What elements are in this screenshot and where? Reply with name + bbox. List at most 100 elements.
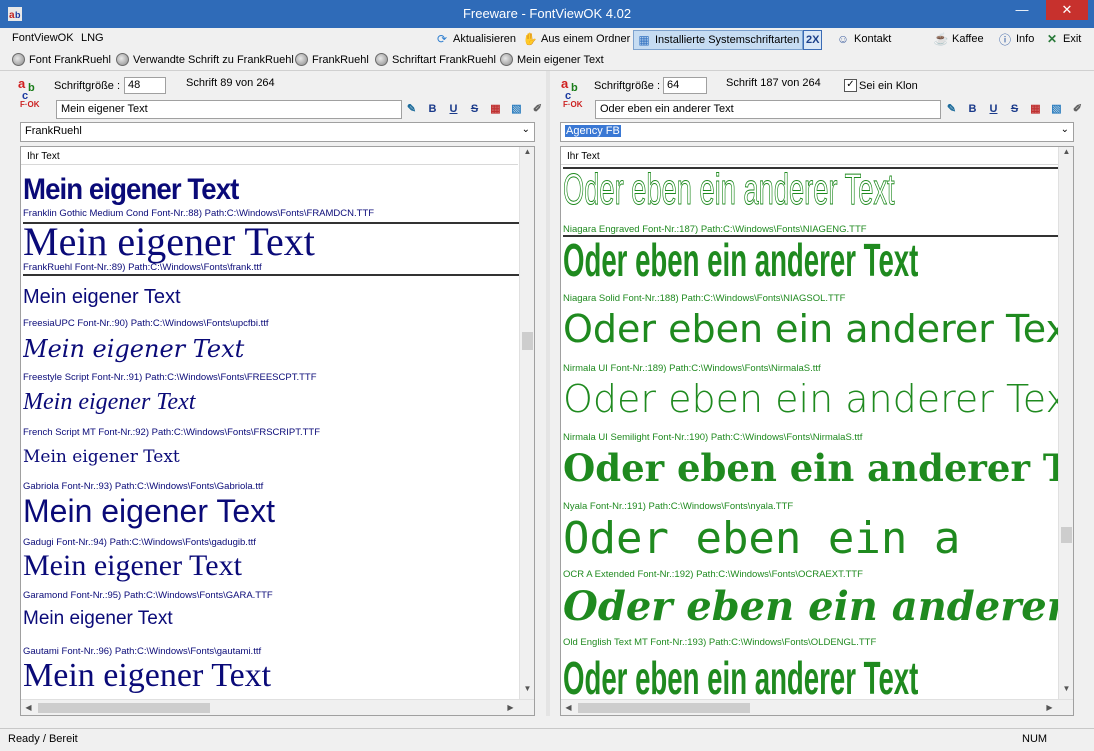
underline-icon[interactable]: U [447,102,460,115]
color-grid-icon[interactable]: ▦ [1029,102,1042,115]
scroll-left-icon[interactable]: ◀ [561,700,576,715]
font-entry-selected[interactable]: Oder eben ein anderer Text Niagara Engra… [563,167,1058,237]
sample-text-input[interactable]: Mein eigener Text [56,100,402,119]
scroll-right-icon[interactable]: ▶ [503,700,518,715]
installed-fonts-button[interactable]: ▦ Installierte Systemschriftarten [633,30,804,50]
scroll-thumb[interactable] [1061,527,1072,543]
from-folder-button[interactable]: ✋ Aus einem Ordner [520,30,633,48]
font-size-input[interactable]: 48 [124,77,166,94]
font-preview-list[interactable]: Ihr Text Oder eben ein anderer Text Niag… [560,146,1074,716]
scroll-right-icon[interactable]: ▶ [1042,700,1057,715]
menu-fontviewok[interactable]: FontViewOK [12,32,74,44]
font-select[interactable]: Agency FB ⌄ [560,122,1074,142]
font-sample: Oder eben ein anderer Text [563,450,1058,490]
pane-splitter[interactable] [546,71,550,716]
favorite-label: FrankRuehl [312,53,369,66]
font-entry[interactable]: Oder eben ein anderer Text Nirmala UI Se… [563,381,1058,449]
font-entry[interactable]: Mein eigener Text French Script MT Font-… [23,389,519,441]
font-caption: FreesiaUPC Font-Nr.:90) Path:C:\Windows\… [23,318,269,329]
logo-icon: a b c F·OK [18,76,40,109]
font-entry[interactable]: Oder eben ein anderer Tex Old English Te… [563,587,1058,655]
hscroll-thumb[interactable] [578,703,750,713]
favorite-item[interactable]: Mein eigener Text [500,53,604,66]
menu-lng[interactable]: LNG [81,32,104,44]
font-sample: Mein eigener Text [23,659,272,694]
scroll-up-icon[interactable]: ▲ [1059,147,1073,162]
refresh-button[interactable]: ⟳ Aktualisieren [432,30,519,48]
font-caption: Gabriola Font-Nr.:93) Path:C:\Windows\Fo… [23,481,264,492]
sample-text-input[interactable]: Oder eben ein anderer Text [595,100,941,119]
hscroll-thumb[interactable] [38,703,210,713]
font-entry[interactable]: Oder eben ein anderer Text Niagara Solid… [563,239,1058,309]
num-lock-indicator: NUM [1022,733,1048,745]
font-size-input[interactable]: 64 [663,77,707,94]
font-entry[interactable]: Oder eben ein anderer Text Nirmala UI Fo… [563,311,1058,379]
disc-icon [116,53,129,66]
bg-color-icon[interactable]: ▧ [1050,102,1063,115]
disc-icon [375,53,388,66]
contact-button[interactable]: ☺ Kontakt [833,30,894,48]
title-bar[interactable]: a b Freeware - FontViewOK 4.02 — ☐ ✕ [0,0,1094,28]
font-entry[interactable]: Oder eben ein anderer Text Nyala Font-Nr… [563,450,1058,518]
font-entry[interactable]: Mein eigener Text [23,659,519,699]
format-toolbar: ✎ B U S ▦ ▧ ✐ [405,102,544,116]
favorite-item[interactable]: FrankRuehl [295,53,369,66]
coffee-button[interactable]: ☕ Kaffee [931,30,987,48]
favorite-label: Mein eigener Text [517,53,604,66]
color-grid-icon[interactable]: ▦ [489,102,502,115]
strikethrough-icon[interactable]: S [468,102,481,115]
underline-icon[interactable]: U [987,102,1000,115]
scroll-down-icon[interactable]: ▼ [520,684,534,699]
font-entry[interactable]: Oder eben ein anderer Text [563,655,1058,699]
info-icon: ⓘ [998,32,1011,47]
strikethrough-icon[interactable]: S [1008,102,1021,115]
eraser-icon[interactable]: ✐ [1071,102,1084,115]
font-entry[interactable]: Mein eigener Text Garamond Font-Nr.:95) … [23,553,519,603]
bold-icon[interactable]: B [426,102,439,115]
font-entry[interactable]: Mein eigener Text FreesiaUPC Font-Nr.:90… [23,286,519,332]
font-entry[interactable]: Mein eigener Text Gautami Font-Nr.:96) P… [23,608,519,662]
font-select[interactable]: FrankRuehl ⌄ [20,122,535,142]
pen-icon[interactable]: ✎ [945,102,958,115]
twox-button[interactable]: 2X [803,30,823,50]
favorite-item[interactable]: Schriftart FrankRuehl [375,53,496,66]
font-preview-list[interactable]: Ihr Text Mein eigener Text Franklin Goth… [20,146,535,716]
vertical-scrollbar[interactable]: ▲ ▼ [519,147,534,699]
horizontal-scrollbar[interactable]: ◀ ▶ [21,699,534,715]
scroll-down-icon[interactable]: ▼ [1059,684,1073,699]
favorite-item[interactable]: Verwandte Schrift zu FrankRuehl [116,53,294,66]
font-sample: Oder eben ein anderer Text [563,239,919,286]
horizontal-scrollbar[interactable]: ◀ ▶ [561,699,1073,715]
pen-icon[interactable]: ✎ [405,102,418,115]
font-sample: Oder eben ein a [563,519,961,564]
scroll-thumb[interactable] [522,332,533,350]
font-select-value: FrankRuehl [25,125,82,137]
minimize-button[interactable]: — [1008,0,1036,20]
close-button[interactable]: ✕ [1046,0,1088,20]
clone-checkbox[interactable]: ✓ [844,79,857,92]
favorite-label: Schriftart FrankRuehl [392,53,496,66]
font-entry[interactable]: Mein eigener Text Franklin Gothic Medium… [23,175,519,221]
left-pane: a b c F·OK Schriftgröße : 48 Schrift 89 von… [10,71,544,716]
bg-color-icon[interactable]: ▧ [510,102,523,115]
favorite-label: Verwandte Schrift zu FrankRuehl [133,53,294,66]
favorite-item[interactable]: Font FrankRuehl [12,53,111,66]
font-count: Schrift 89 von 264 [186,77,275,89]
eraser-icon[interactable]: ✐ [531,102,544,115]
favorites-bar: Font FrankRuehl Verwandte Schrift zu Fra… [0,50,1094,71]
font-entry-selected[interactable]: Mein eigener Text FrankRuehl Font-Nr.:89… [23,222,519,276]
font-entry[interactable]: Oder eben ein a OCR A Extended Font-Nr.:… [563,519,1058,587]
font-sample: Mein eigener Text [23,497,275,529]
font-caption: Nirmala UI Semilight Font-Nr.:190) Path:… [563,432,863,443]
scroll-up-icon[interactable]: ▲ [520,147,534,162]
vertical-scrollbar[interactable]: ▲ ▼ [1058,147,1073,699]
exit-button[interactable]: ✕ Exit [1042,30,1084,48]
bold-icon[interactable]: B [966,102,979,115]
info-button[interactable]: ⓘ Info [995,30,1037,48]
font-entry[interactable]: Mein eigener Text Gabriola Font-Nr.:93) … [23,447,519,493]
font-caption: OCR A Extended Font-Nr.:192) Path:C:\Win… [563,569,863,580]
font-sample: Mein eigener Text [23,286,181,308]
font-entry[interactable]: Mein eigener Text Gadugi Font-Nr.:94) Pa… [23,497,519,553]
scroll-left-icon[interactable]: ◀ [21,700,36,715]
font-entry[interactable]: Mein eigener Text Freestyle Script Font-… [23,335,519,385]
